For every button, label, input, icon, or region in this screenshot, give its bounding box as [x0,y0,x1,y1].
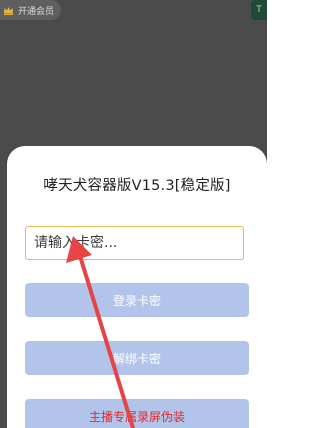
exit-icon: T [256,5,262,15]
login-card-key-button[interactable]: 登录卡密 [25,283,249,317]
disguise-button-label: 主播专属录屏伪装 [88,409,185,424]
top-bar: 开通会员 T [0,0,267,24]
vip-label: 开通会员 [18,6,55,17]
card-key-dialog: 哮天犬容器版V15.3[稳定版] 登录卡密 解绑卡密 主播专属录屏伪装 [7,146,267,428]
crown-icon [3,5,14,16]
streamer-disguise-button[interactable]: 主播专属录屏伪装 [25,399,249,428]
unbind-card-key-button[interactable]: 解绑卡密 [25,341,249,375]
card-key-input[interactable] [25,226,244,260]
login-button-label: 登录卡密 [112,293,161,308]
vip-button[interactable]: 开通会员 [0,0,62,20]
dialog-title: 哮天犬容器版V15.3[稳定版] [43,178,231,194]
screen: 开通会员 T 哮天犬容器版V15.3[稳定版] 登录卡密 解绑卡密 主播专属录屏… [0,0,267,428]
exit-button[interactable]: T [251,0,267,20]
unbind-button-label: 解绑卡密 [112,351,161,366]
